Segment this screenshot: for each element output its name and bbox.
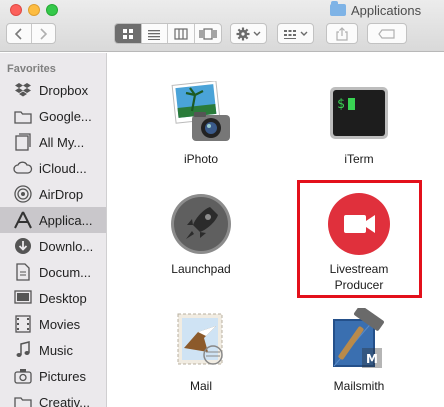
- sidebar-item-label: Pictures: [39, 368, 86, 384]
- folder-icon: [13, 393, 33, 407]
- dropbox-icon: [13, 81, 33, 99]
- iterm-icon: $: [326, 81, 392, 147]
- share-button[interactable]: [326, 23, 358, 44]
- sidebar-item-all-my-files[interactable]: All My...: [0, 129, 106, 155]
- icon-view-button[interactable]: [115, 24, 142, 43]
- finder-window: Applications Favorites Dropbox Google...…: [0, 0, 444, 407]
- grid-arrange-icon: [284, 29, 296, 39]
- music-icon: [13, 341, 33, 359]
- sidebar-item-airdrop[interactable]: AirDrop: [0, 181, 106, 207]
- sidebar-item-icloud[interactable]: iCloud...: [0, 155, 106, 181]
- sidebar-item-label: Google...: [39, 108, 92, 124]
- highlight-box: [297, 180, 422, 298]
- mail-icon: [168, 308, 234, 374]
- sidebar-item-label: Desktop: [39, 290, 87, 306]
- download-icon: [13, 237, 33, 255]
- sidebar-item-music[interactable]: Music: [0, 337, 106, 363]
- folder-icon: [13, 107, 33, 125]
- sidebar-item-label: All My...: [39, 134, 85, 150]
- sidebar-item-label: Music: [39, 342, 73, 358]
- back-button[interactable]: [7, 24, 32, 43]
- sidebar-item-label: Downlo...: [39, 238, 94, 254]
- minimize-window-button[interactable]: [28, 4, 40, 16]
- sidebar-item-google[interactable]: Google...: [0, 103, 106, 129]
- sidebar-item-label: Docum...: [39, 264, 92, 280]
- nav-buttons: [6, 23, 56, 44]
- sidebar-item-documents[interactable]: Docum...: [0, 259, 106, 285]
- desktop-icon: [13, 289, 33, 307]
- app-label: iPhoto: [183, 152, 219, 166]
- share-icon: [336, 26, 348, 41]
- forward-button[interactable]: [32, 24, 56, 43]
- sidebar-item-label: AirDrop: [39, 186, 84, 202]
- view-mode-control: [114, 23, 222, 44]
- icon-view-icon: [122, 28, 133, 39]
- sidebar-item-pictures[interactable]: Pictures: [0, 363, 106, 389]
- gear-icon: [236, 27, 250, 40]
- sidebar-item-movies[interactable]: Movies: [0, 311, 106, 337]
- chevron-left-icon: [14, 27, 22, 40]
- coverflow-view-icon: [199, 27, 217, 40]
- applications-icon: [13, 211, 33, 229]
- column-view-icon: [174, 27, 188, 40]
- tag-icon: [378, 28, 395, 39]
- chevron-down-icon: [253, 31, 261, 36]
- close-window-button[interactable]: [10, 4, 22, 16]
- list-view-icon: [148, 29, 161, 40]
- coverflow-view-button[interactable]: [195, 24, 221, 43]
- app-iterm[interactable]: $ iTerm: [304, 81, 414, 167]
- sidebar-item-creative[interactable]: Creativ...: [0, 389, 106, 407]
- iphoto-icon: [168, 80, 234, 147]
- sidebar-item-downloads[interactable]: Downlo...: [0, 233, 106, 259]
- app-label: Mail: [189, 379, 212, 393]
- chevron-right-icon: [40, 27, 48, 40]
- action-menu-button[interactable]: [230, 23, 267, 44]
- launchpad-icon: [168, 191, 234, 257]
- app-iphoto[interactable]: iPhoto: [146, 80, 256, 167]
- files-icon: [13, 133, 33, 151]
- toolbar: Applications: [0, 0, 444, 52]
- sidebar-item-dropbox[interactable]: Dropbox: [0, 77, 106, 103]
- sidebar: Favorites Dropbox Google... All My... iC…: [0, 53, 107, 407]
- app-label: Launchpad: [171, 262, 231, 276]
- sidebar-item-applications[interactable]: Applica...: [0, 207, 106, 233]
- column-view-button[interactable]: [168, 24, 195, 43]
- tags-button[interactable]: [367, 23, 407, 44]
- sidebar-item-label: Applica...: [39, 212, 93, 228]
- list-view-button[interactable]: [142, 24, 168, 43]
- sidebar-item-label: Dropbox: [39, 82, 89, 98]
- zoom-window-button[interactable]: [46, 4, 58, 16]
- app-mailsmith[interactable]: M Mailsmith: [304, 305, 414, 394]
- sidebar-item-label: Creativ...: [39, 394, 91, 407]
- window-title-text: Applications: [351, 2, 422, 18]
- film-icon: [13, 315, 33, 333]
- sidebar-item-label: Movies: [39, 316, 81, 332]
- airdrop-icon: [13, 185, 33, 203]
- document-icon: [13, 263, 33, 281]
- cloud-icon: [13, 159, 33, 177]
- mailsmith-icon: M: [326, 305, 392, 374]
- svg-text:$: $: [337, 97, 345, 112]
- svg-text:M: M: [366, 352, 378, 366]
- app-label: iTerm: [344, 152, 374, 166]
- sidebar-item-desktop[interactable]: Desktop: [0, 285, 106, 311]
- sidebar-item-label: iCloud...: [39, 160, 87, 176]
- window-title: Applications: [330, 1, 422, 18]
- app-mail[interactable]: Mail: [146, 308, 256, 394]
- sidebar-heading: Favorites: [7, 63, 56, 75]
- camera-icon: [13, 367, 33, 385]
- folder-icon: [330, 1, 346, 16]
- chevron-down-icon: [300, 31, 308, 36]
- app-label: Mailsmith: [333, 379, 385, 393]
- arrange-button[interactable]: [277, 23, 314, 44]
- app-launchpad[interactable]: Launchpad: [146, 191, 256, 277]
